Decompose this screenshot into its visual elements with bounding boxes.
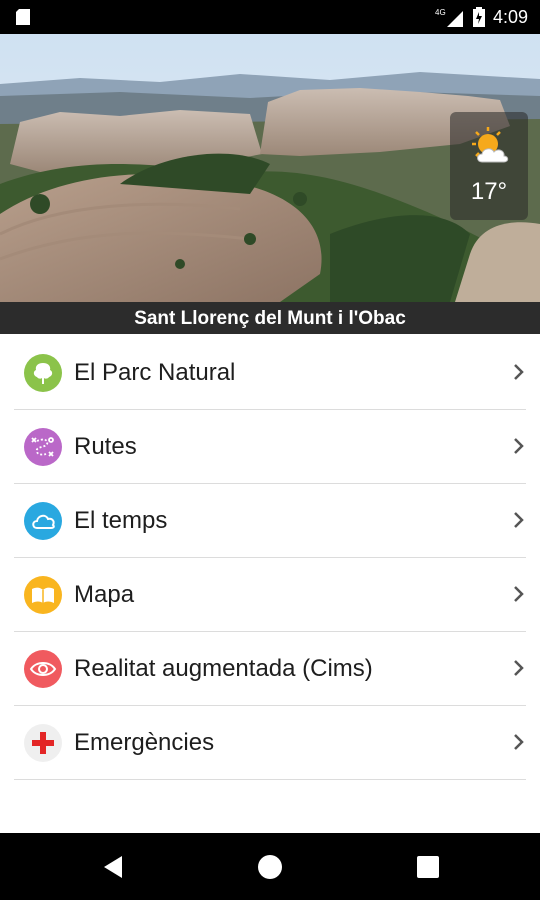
chevron-right-icon (514, 512, 524, 528)
menu-item-label: Rutes (74, 433, 137, 460)
menu-item-emergencies[interactable]: Emergències (14, 706, 526, 780)
red-cross-icon (24, 724, 62, 762)
home-circle-icon[interactable] (256, 853, 284, 881)
menu-item-label: El temps (74, 507, 168, 534)
recents-square-icon[interactable] (414, 853, 442, 881)
route-icon (24, 428, 62, 466)
menu-item-mapa[interactable]: Mapa (14, 558, 526, 632)
sun-cloud-icon (472, 127, 509, 163)
chevron-right-icon (514, 438, 524, 454)
menu-item-label: El Parc Natural (74, 359, 236, 386)
tree-icon (24, 354, 62, 392)
menu-item-el-parc-natural[interactable]: El Parc Natural (14, 336, 526, 410)
menu-item-rutes[interactable]: Rutes (14, 410, 526, 484)
menu-item-realitat-augmentada[interactable]: Realitat augmentada (Cims) (14, 632, 526, 706)
back-triangle-icon[interactable] (100, 853, 128, 881)
menu-item-label: Mapa (74, 581, 135, 608)
eye-target-icon (24, 650, 62, 688)
chevron-right-icon (514, 586, 524, 602)
weather-widget[interactable]: 17° (450, 112, 528, 220)
network-type-label: 4G (435, 8, 446, 17)
menu-item-label: Emergències (74, 729, 215, 756)
cloud-icon (24, 502, 62, 540)
chevron-right-icon (514, 660, 524, 676)
main-menu-list: El Parc Natural Rutes El temps Mapa Real… (14, 336, 526, 780)
system-navigation-bar (0, 833, 540, 900)
park-title-banner: Sant Llorenç del Munt i l'Obac (0, 302, 540, 334)
sd-card-icon (16, 9, 30, 25)
status-bar: 4G 4:09 (0, 0, 540, 34)
map-book-icon (24, 576, 62, 614)
signal-icon: 4G (435, 8, 463, 27)
menu-item-label: Realitat augmentada (Cims) (74, 655, 373, 682)
chevron-right-icon (514, 734, 524, 750)
weather-temperature: 17° (470, 178, 508, 205)
chevron-right-icon (514, 364, 524, 380)
menu-item-el-temps[interactable]: El temps (14, 484, 526, 558)
clock-time: 4:09 (492, 6, 528, 27)
battery-icon (472, 7, 485, 27)
